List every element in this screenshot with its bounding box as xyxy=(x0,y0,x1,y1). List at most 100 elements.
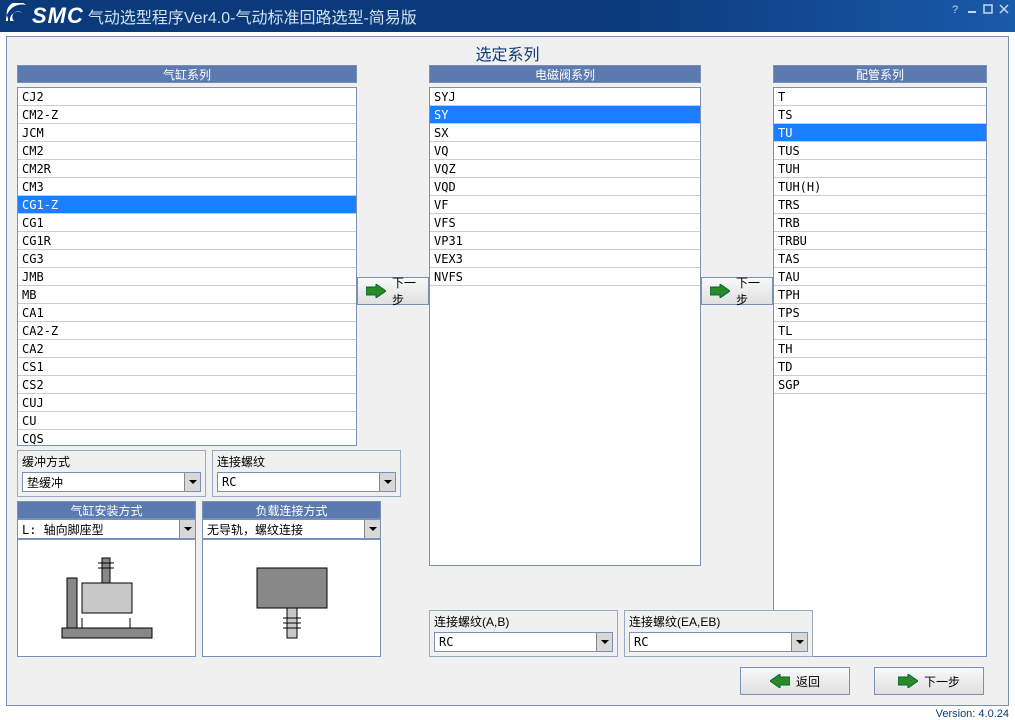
list-item[interactable]: TH xyxy=(774,340,986,358)
mount-combo[interactable] xyxy=(17,519,196,539)
window-controls: ? xyxy=(949,2,1011,16)
list-item[interactable]: VQD xyxy=(430,178,700,196)
list-item[interactable]: CA1 xyxy=(18,304,356,322)
cylinder-options-row1: 缓冲方式 连接螺纹 xyxy=(17,450,357,497)
list-item[interactable]: TUS xyxy=(774,142,986,160)
mount-input[interactable] xyxy=(18,520,179,538)
list-item[interactable]: TU xyxy=(774,124,986,142)
thread-group: 连接螺纹 xyxy=(212,450,401,497)
list-item[interactable]: CU xyxy=(18,412,356,430)
list-item[interactable]: CM2R xyxy=(18,160,356,178)
cushion-input[interactable] xyxy=(23,473,184,491)
list-item[interactable]: TAU xyxy=(774,268,986,286)
list-item[interactable]: TAS xyxy=(774,250,986,268)
next-step-button-2[interactable]: 下一步 xyxy=(701,277,773,305)
chevron-down-icon[interactable] xyxy=(379,473,395,491)
list-item[interactable]: CJ2 xyxy=(18,88,356,106)
return-button[interactable]: 返回 xyxy=(740,667,850,695)
next-step-label: 下一步 xyxy=(392,274,420,308)
mount-diagram xyxy=(17,539,196,657)
list-item[interactable]: VFS xyxy=(430,214,700,232)
list-item[interactable]: SX xyxy=(430,124,700,142)
thread-combo[interactable] xyxy=(217,472,396,492)
list-item[interactable]: JMB xyxy=(18,268,356,286)
valve-options-row: 连接螺纹(A,B) 连接螺纹(EA,EB) xyxy=(429,610,701,657)
maximize-icon[interactable] xyxy=(981,2,995,16)
list-item[interactable]: JCM xyxy=(18,124,356,142)
chevron-down-icon[interactable] xyxy=(179,520,195,538)
list-item[interactable]: TPS xyxy=(774,304,986,322)
thread-label: 连接螺纹 xyxy=(217,453,396,470)
list-item[interactable]: VF xyxy=(430,196,700,214)
list-item[interactable]: CM3 xyxy=(18,178,356,196)
help-icon[interactable]: ? xyxy=(949,2,963,16)
list-item[interactable]: VQ xyxy=(430,142,700,160)
list-item[interactable]: MB xyxy=(18,286,356,304)
list-item[interactable]: CUJ xyxy=(18,394,356,412)
valve-thread-ab-input[interactable] xyxy=(435,633,596,651)
list-item[interactable]: TPH xyxy=(774,286,986,304)
list-item[interactable]: CS2 xyxy=(18,376,356,394)
list-item[interactable]: TD xyxy=(774,358,986,376)
valve-header: 电磁阀系列 xyxy=(429,65,701,83)
gap-1: 下一步 xyxy=(357,65,429,657)
load-header: 负载连接方式 xyxy=(202,501,381,519)
minimize-icon[interactable] xyxy=(965,2,979,16)
close-icon[interactable] xyxy=(997,2,1011,16)
next-step-button-1[interactable]: 下一步 xyxy=(357,277,429,305)
arrow-left-icon xyxy=(770,674,790,688)
valve-thread-eaeb-label: 连接螺纹(EA,EB) xyxy=(629,613,808,630)
load-combo[interactable] xyxy=(202,519,381,539)
list-item[interactable]: SGP xyxy=(774,376,986,394)
list-item[interactable]: NVFS xyxy=(430,268,700,286)
list-item[interactable]: VQZ xyxy=(430,160,700,178)
bottom-button-row: 返回 下一步 xyxy=(740,667,984,695)
list-item[interactable]: CG3 xyxy=(18,250,356,268)
cushion-label: 缓冲方式 xyxy=(22,453,201,470)
list-item[interactable]: TRBU xyxy=(774,232,986,250)
next-step-label: 下一步 xyxy=(924,673,960,690)
list-item[interactable]: SYJ xyxy=(430,88,700,106)
list-item[interactable]: TRB xyxy=(774,214,986,232)
tube-listbox[interactable]: TTSTUTUSTUHTUH(H)TRSTRBTRBUTASTAUTPHTPST… xyxy=(773,87,987,657)
chevron-down-icon[interactable] xyxy=(791,633,807,651)
cushion-combo[interactable] xyxy=(22,472,201,492)
version-label: Version: 4.0.24 xyxy=(936,708,1009,720)
chevron-down-icon[interactable] xyxy=(596,633,612,651)
thread-input[interactable] xyxy=(218,473,379,491)
tube-column: 配管系列 TTSTUTUSTUHTUH(H)TRSTRBTRBUTASTAUTP… xyxy=(773,65,987,657)
list-item[interactable]: CM2 xyxy=(18,142,356,160)
list-item[interactable]: CQS xyxy=(18,430,356,446)
list-item[interactable]: TUH(H) xyxy=(774,178,986,196)
valve-thread-ab-combo[interactable] xyxy=(434,632,613,652)
list-item[interactable]: CG1-Z xyxy=(18,196,356,214)
list-item[interactable]: CA2 xyxy=(18,340,356,358)
load-diagram xyxy=(202,539,381,657)
list-item[interactable]: VP31 xyxy=(430,232,700,250)
list-item[interactable]: CS1 xyxy=(18,358,356,376)
load-input[interactable] xyxy=(203,520,364,538)
valve-column: 电磁阀系列 SYJSYSXVQVQZVQDVFVFSVP31VEX3NVFS 连… xyxy=(429,65,701,657)
columns-row: 气缸系列 CJ2CM2-ZJCMCM2CM2RCM3CG1-ZCG1CG1RCG… xyxy=(17,65,998,657)
brand-logo: SMC xyxy=(4,3,84,29)
cylinder-listbox[interactable]: CJ2CM2-ZJCMCM2CM2RCM3CG1-ZCG1CG1RCG3JMBM… xyxy=(17,87,357,446)
list-item[interactable]: CG1 xyxy=(18,214,356,232)
tube-header: 配管系列 xyxy=(773,65,987,83)
list-item[interactable]: TS xyxy=(774,106,986,124)
next-step-button-bottom[interactable]: 下一步 xyxy=(874,667,984,695)
valve-thread-eaeb-input[interactable] xyxy=(630,633,791,651)
list-item[interactable]: SY xyxy=(430,106,700,124)
list-item[interactable]: CG1R xyxy=(18,232,356,250)
valve-thread-eaeb-combo[interactable] xyxy=(629,632,808,652)
list-item[interactable]: CM2-Z xyxy=(18,106,356,124)
list-item[interactable]: TRS xyxy=(774,196,986,214)
list-item[interactable]: TL xyxy=(774,322,986,340)
list-item[interactable]: TUH xyxy=(774,160,986,178)
chevron-down-icon[interactable] xyxy=(184,473,200,491)
list-item[interactable]: CA2-Z xyxy=(18,322,356,340)
list-item[interactable]: VEX3 xyxy=(430,250,700,268)
valve-thread-eaeb-group: 连接螺纹(EA,EB) xyxy=(624,610,813,657)
valve-listbox[interactable]: SYJSYSXVQVQZVQDVFVFSVP31VEX3NVFS xyxy=(429,87,701,566)
arrow-right-icon xyxy=(366,284,386,298)
list-item[interactable]: T xyxy=(774,88,986,106)
